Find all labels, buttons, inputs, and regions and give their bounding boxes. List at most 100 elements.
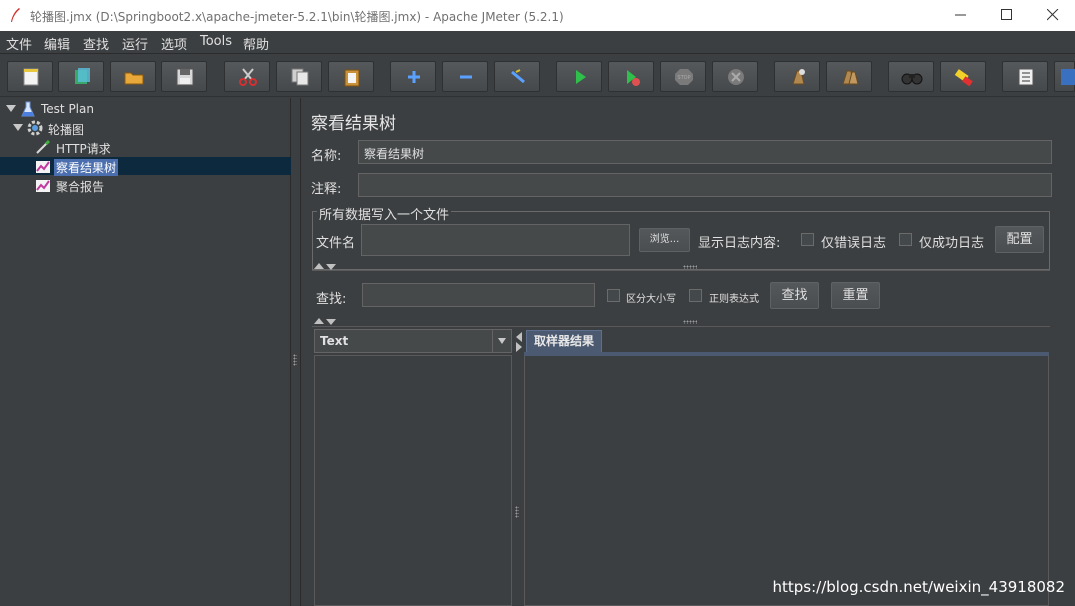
collapse-down-icon[interactable]: [326, 264, 336, 270]
tree-item-label: 轮播图: [48, 123, 85, 137]
sample-list[interactable]: [314, 355, 512, 606]
window-title: 轮播图.jmx (D:\Springboot2.x\apache-jmeter-…: [30, 10, 564, 24]
templates-button[interactable]: [58, 61, 104, 92]
expand-button[interactable]: [390, 61, 436, 92]
view-results-tree-panel: 察看结果树 名称: 察看结果树 注释: 所有数据写入一个文件 文件名 浏览...…: [302, 98, 1075, 606]
menu-run[interactable]: 运行: [122, 34, 148, 53]
browse-button[interactable]: 浏览...: [639, 228, 690, 252]
new-button[interactable]: [7, 61, 53, 92]
renderer-value: Text: [320, 334, 349, 348]
cut-button[interactable]: [224, 61, 270, 92]
reset-search-button[interactable]: [940, 61, 986, 92]
tree-splitter[interactable]: [291, 98, 301, 606]
search-button[interactable]: 查找: [770, 282, 819, 309]
close-button[interactable]: [1030, 0, 1075, 31]
tree-item-label: 察看结果树: [54, 159, 119, 176]
tree-item-http-request[interactable]: HTTP请求: [0, 138, 291, 156]
start-no-pause-icon: [627, 70, 640, 86]
case-sensitive-label: 区分大小写: [626, 294, 676, 305]
comment-label: 注释:: [311, 182, 342, 197]
tree-item-thread-group[interactable]: 轮播图: [0, 119, 291, 137]
menu-file[interactable]: 文件: [6, 34, 32, 53]
paste-icon: [344, 69, 360, 87]
menu-options[interactable]: 选项: [161, 34, 187, 53]
expand-icon: [408, 71, 420, 83]
filename-label: 文件名: [316, 236, 356, 251]
renderer-select[interactable]: Text: [314, 329, 512, 353]
splitter-grip[interactable]: [293, 354, 297, 366]
menu-search[interactable]: 查找: [83, 34, 109, 53]
case-sensitive-checkbox[interactable]: [607, 289, 620, 302]
start-button[interactable]: [556, 61, 602, 92]
cut-icon: [239, 68, 257, 86]
start-no-pause-button[interactable]: [608, 61, 654, 92]
name-input[interactable]: 察看结果树: [358, 140, 1052, 164]
graph-icon: [36, 161, 50, 173]
search-input[interactable]: [362, 283, 595, 307]
paste-button[interactable]: [328, 61, 374, 92]
clear-all-button[interactable]: [826, 61, 872, 92]
function-helper-icon: [1018, 68, 1034, 86]
help-button[interactable]: [1054, 61, 1075, 92]
close-icon: [1047, 9, 1059, 21]
save-button[interactable]: [161, 61, 207, 92]
collapse-down-icon[interactable]: [326, 319, 336, 325]
collapse-button[interactable]: [442, 61, 488, 92]
open-icon: [124, 72, 144, 85]
expand-arrow-icon[interactable]: [13, 124, 23, 131]
toggle-icon: [511, 69, 525, 84]
maximize-icon: [1001, 9, 1012, 20]
collapse-up-icon[interactable]: [314, 263, 324, 269]
shutdown-button[interactable]: [712, 61, 758, 92]
errors-only-checkbox[interactable]: [801, 233, 814, 246]
regex-checkbox[interactable]: [689, 289, 702, 302]
new-icon: [23, 68, 39, 86]
reset-button[interactable]: 重置: [831, 282, 880, 309]
graph-icon: [36, 180, 50, 192]
menu-edit[interactable]: 编辑: [44, 34, 70, 53]
tree-item-aggregate-report[interactable]: 聚合报告: [0, 176, 291, 194]
splitter-grip[interactable]: [683, 265, 697, 269]
open-button[interactable]: [110, 61, 156, 92]
reset-search-icon: [954, 69, 973, 87]
maximize-button[interactable]: [984, 0, 1030, 31]
clear-button[interactable]: [774, 61, 820, 92]
section-divider: [312, 270, 1050, 271]
tree-item-label: 聚合报告: [56, 180, 105, 194]
stop-icon: STOP: [675, 69, 693, 85]
stop-button[interactable]: STOP: [660, 61, 706, 92]
gear-icon: [27, 120, 43, 136]
save-icon: [176, 68, 194, 86]
collapse-icon: [460, 75, 472, 79]
chevron-down-icon[interactable]: [492, 330, 511, 352]
clear-all-icon: [842, 70, 859, 85]
menu-help[interactable]: 帮助: [243, 34, 269, 53]
pipette-icon: [36, 139, 51, 154]
expand-arrow-icon[interactable]: [6, 105, 16, 112]
splitter-grip[interactable]: [683, 320, 697, 324]
tab-sampler-result[interactable]: 取样器结果: [526, 330, 602, 352]
filename-input[interactable]: [361, 224, 630, 256]
tree-item-label: Test Plan: [41, 102, 94, 116]
success-only-checkbox[interactable]: [899, 233, 912, 246]
flask-icon: [21, 101, 35, 117]
comment-input[interactable]: [358, 173, 1052, 197]
search-button[interactable]: [888, 61, 934, 92]
collapse-left-icon[interactable]: [516, 332, 522, 342]
splitter-grip[interactable]: [515, 506, 519, 518]
test-plan-tree: Test Plan 轮播图 HTTP请求 察看结果树 聚合报告: [0, 98, 291, 606]
jmeter-feather-icon: [11, 8, 20, 22]
menu-tools[interactable]: Tools: [200, 34, 232, 49]
tree-item-label: HTTP请求: [56, 142, 111, 156]
toggle-button[interactable]: [494, 61, 540, 92]
tree-item-view-results-tree[interactable]: 察看结果树: [0, 157, 291, 176]
collapse-up-icon[interactable]: [314, 318, 324, 324]
tree-item-test-plan[interactable]: Test Plan: [0, 100, 291, 118]
svg-text:STOP: STOP: [677, 75, 690, 81]
minimize-button[interactable]: [938, 0, 984, 31]
function-helper-button[interactable]: [1002, 61, 1048, 92]
collapse-right-icon[interactable]: [516, 342, 522, 352]
copy-button[interactable]: [276, 61, 322, 92]
shutdown-icon: [728, 69, 744, 85]
configure-button[interactable]: 配置: [995, 226, 1044, 253]
